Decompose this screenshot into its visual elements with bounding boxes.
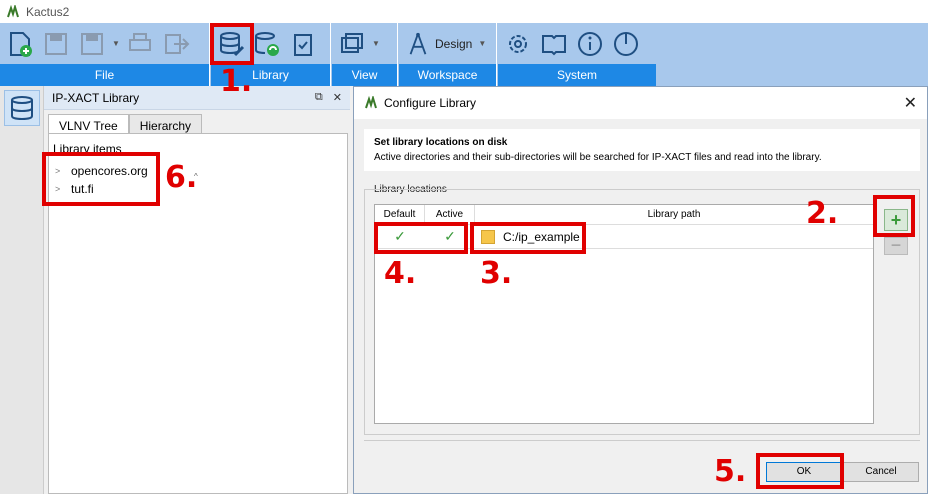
kactus-logo-icon (365, 96, 377, 109)
database-icon (11, 96, 33, 121)
highlight-box-add (873, 195, 915, 237)
ribbon-group-file: ▼ File (0, 23, 210, 86)
float-panel-icon[interactable]: ⧉ (315, 91, 323, 104)
dock-strip (0, 86, 44, 494)
dialog-info-box: Set library locations on disk Active dir… (364, 129, 920, 171)
highlight-box-ok (756, 453, 844, 489)
remove-location-button[interactable]: − (884, 236, 908, 255)
configure-library-dialog: Configure Library ✕ Set library location… (353, 86, 928, 494)
help-book-icon[interactable] (538, 28, 570, 60)
library-integrity-icon[interactable] (287, 28, 319, 60)
ribbon-group-system: System (498, 23, 656, 86)
print-icon[interactable] (124, 28, 156, 60)
close-icon[interactable]: ✕ (904, 93, 917, 113)
highlight-box-checkboxes (374, 222, 468, 254)
annotation-number: 5. (714, 454, 747, 489)
annotation-number: 2. (806, 196, 839, 231)
ribbon-label-file: File (0, 64, 209, 86)
info-description: Active directories and their sub-directo… (374, 152, 822, 163)
workspace-dropdown-icon[interactable]: ▼ (478, 39, 486, 48)
library-panel: IP-XACT Library ⧉ ✕ VLNV Tree Hierarchy … (44, 86, 350, 494)
about-info-icon[interactable] (574, 28, 606, 60)
highlight-box-tree (42, 152, 160, 206)
kactus-logo-icon (7, 4, 19, 17)
highlight-box-path (470, 222, 586, 254)
annotation-number: 1. (220, 64, 253, 99)
cancel-button[interactable]: Cancel (843, 462, 919, 482)
annotation-number: 3. (480, 256, 513, 291)
ribbon-group-workspace: Design ▼ Workspace (399, 23, 497, 86)
divider (364, 440, 920, 441)
annotation-number: 6. (165, 160, 198, 195)
library-panel-title: IP-XACT Library (52, 90, 140, 105)
view-dropdown-icon[interactable]: ▼ (372, 39, 380, 48)
ribbon-label-workspace: Workspace (399, 64, 496, 86)
workspace-select[interactable]: Design ▼ (401, 31, 492, 57)
save-dropdown-icon[interactable]: ▼ (112, 39, 120, 48)
new-document-icon[interactable] (4, 28, 36, 60)
close-panel-icon[interactable]: ✕ (333, 91, 342, 104)
ribbon-label-view: View (332, 64, 397, 86)
dialog-title-bar: Configure Library ✕ (354, 87, 927, 119)
ribbon-group-view: ▼ View (332, 23, 398, 86)
exit-power-icon[interactable] (610, 28, 642, 60)
title-bar: Kactus2 (0, 0, 928, 23)
app-title: Kactus2 (26, 4, 70, 19)
ribbon: ▼ File Library ▼ View Design ▼ Workspace… (0, 23, 928, 86)
ribbon-label-system: System (498, 64, 656, 86)
library-panel-header: IP-XACT Library ⧉ ✕ (44, 86, 350, 110)
annotation-number: 4. (384, 256, 417, 291)
view-windows-icon[interactable] (336, 28, 368, 60)
save-icon[interactable] (40, 28, 72, 60)
export-icon[interactable] (160, 28, 192, 60)
settings-icon[interactable] (502, 28, 534, 60)
workspace-value: Design (435, 36, 473, 51)
save-as-icon[interactable] (76, 28, 108, 60)
library-dock-button[interactable] (4, 90, 40, 126)
highlight-box-library-icon (210, 23, 254, 65)
dialog-title: Configure Library (384, 96, 477, 110)
compass-icon (409, 32, 427, 55)
refresh-library-icon[interactable] (251, 28, 283, 60)
info-heading: Set library locations on disk (374, 137, 508, 148)
